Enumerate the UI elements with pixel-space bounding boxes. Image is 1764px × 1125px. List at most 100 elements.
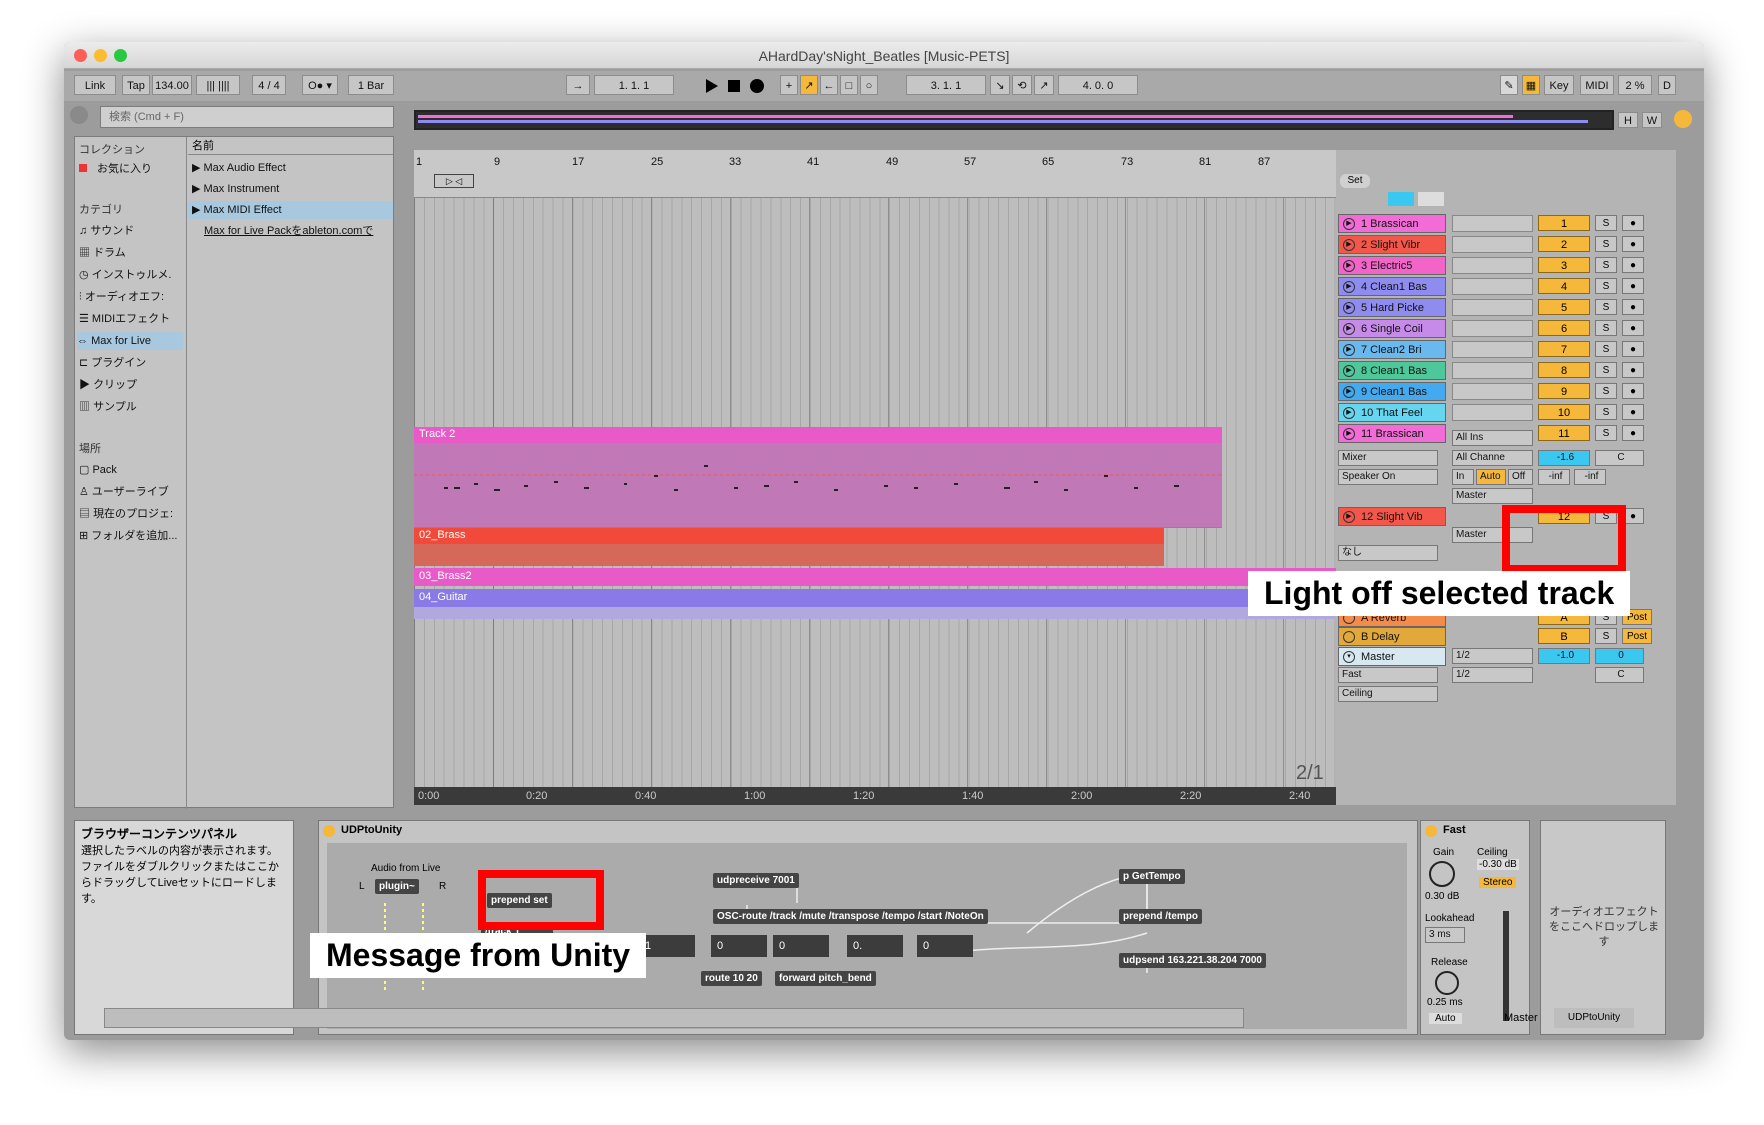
record-icon[interactable] <box>750 79 764 93</box>
stop-icon[interactable] <box>728 80 740 92</box>
track-play-icon[interactable]: ▶ <box>1343 239 1355 251</box>
master-split-2[interactable]: 1/2 <box>1452 667 1533 683</box>
master-ceiling-select[interactable]: Ceiling <box>1338 686 1438 702</box>
device-activator-icon[interactable] <box>323 825 335 837</box>
track-io-slot[interactable] <box>1452 236 1533 253</box>
midi-map-button[interactable]: MIDI <box>1580 75 1614 95</box>
sidebar-item-favorites[interactable]: お気に入り <box>79 160 152 178</box>
stereo-button[interactable]: Stereo <box>1479 877 1517 888</box>
sidebar-item-add-folder[interactable]: ⊞ フォルダを追加... <box>79 527 177 545</box>
draw-envelope-button[interactable] <box>1388 192 1414 206</box>
record-arm-button[interactable]: ● <box>1622 320 1644 336</box>
h-button[interactable]: H <box>1618 112 1638 128</box>
loop-button[interactable]: ⟲ <box>1012 75 1032 95</box>
solo-button[interactable]: S <box>1595 383 1617 399</box>
number-box-3[interactable]: 0 <box>773 935 829 957</box>
number-box-1[interactable]: 1 <box>639 935 695 957</box>
monitor-in-button[interactable]: In <box>1452 469 1474 485</box>
clip-track-2[interactable]: Track 2 <box>414 427 1222 527</box>
browser-toggle-icon[interactable] <box>1674 110 1692 128</box>
track-play-icon[interactable]: ▶ <box>1343 323 1355 335</box>
track-io-slot[interactable] <box>1452 404 1533 421</box>
udpreceive-object[interactable]: udpreceive 7001 <box>713 873 799 888</box>
volume-field[interactable]: -1.6 <box>1538 450 1590 466</box>
solo-button[interactable]: S <box>1595 215 1617 231</box>
track-io-slot[interactable] <box>1452 257 1533 274</box>
record-arm-button[interactable]: ● <box>1622 404 1644 420</box>
bar-ruler[interactable]: 1 9 17 25 33 41 49 57 65 73 81 87 <box>414 150 1336 198</box>
record-arm-button[interactable]: ● <box>1622 383 1644 399</box>
solo-button[interactable]: S <box>1595 404 1617 420</box>
master-split-1[interactable]: 1/2 <box>1452 648 1533 664</box>
master-value[interactable]: 0 <box>1595 648 1644 664</box>
solo-button[interactable]: S <box>1595 299 1617 315</box>
track-header[interactable]: ▶ 9 Clean1 Bas <box>1338 382 1446 401</box>
solo-button[interactable]: S <box>1595 257 1617 273</box>
time-signature[interactable]: 4 / 4 <box>252 75 286 95</box>
release-knob[interactable] <box>1435 971 1459 995</box>
metronome-button[interactable]: O● ▾ <box>302 75 338 95</box>
list-item[interactable]: ▶ Max Instrument <box>192 180 279 198</box>
track-header[interactable]: ▶ 4 Clean1 Bas <box>1338 277 1446 296</box>
solo-button[interactable]: S <box>1595 320 1617 336</box>
track-play-icon[interactable]: ▶ <box>1343 511 1355 523</box>
output-select[interactable]: Master <box>1452 488 1533 504</box>
pan-field[interactable]: C <box>1595 450 1644 466</box>
track-activator[interactable]: 5 <box>1538 299 1590 315</box>
udpsend-object[interactable]: udpsend 163.221.38.204 7000 <box>1119 953 1266 968</box>
record-arm-button[interactable]: ● <box>1622 278 1644 294</box>
track-header[interactable]: ▶ 5 Hard Picke <box>1338 298 1446 317</box>
master-volume[interactable]: -1.0 <box>1538 648 1590 664</box>
link-button[interactable]: Link <box>74 75 116 95</box>
play-icon[interactable] <box>706 79 718 93</box>
clip-04-guitar[interactable]: 04_Guitar <box>414 589 1336 607</box>
status-device[interactable]: UDPtoUnity <box>1554 1008 1634 1028</box>
track-io-slot[interactable] <box>1452 341 1533 358</box>
name-column-header[interactable]: 名前 <box>188 137 393 155</box>
track-activator[interactable]: 10 <box>1538 404 1590 420</box>
track-activator[interactable]: 8 <box>1538 362 1590 378</box>
track-header[interactable]: ▶ 12 Slight Vib <box>1338 507 1446 526</box>
track-activator[interactable]: 9 <box>1538 383 1590 399</box>
send-b-field[interactable]: -inf <box>1574 469 1606 485</box>
list-item-link[interactable]: Max for Live Packをableton.comで <box>204 222 390 240</box>
input-type-select[interactable]: All Ins <box>1452 430 1533 446</box>
overdub-button[interactable]: + <box>780 75 798 95</box>
sidebar-item-plugins[interactable]: ⊏ プラグイン <box>79 354 146 372</box>
track-header[interactable]: ▶ 1 Brassican <box>1338 214 1446 233</box>
number-box-5[interactable]: 0 <box>917 935 973 957</box>
key-map-button[interactable]: Key <box>1544 75 1574 95</box>
monitor-auto-button[interactable]: Auto <box>1476 469 1506 485</box>
number-box-2[interactable]: 0 <box>711 935 767 957</box>
punch-in-button[interactable]: ↘ <box>990 75 1010 95</box>
track-activator[interactable]: 7 <box>1538 341 1590 357</box>
auto-button[interactable]: Auto <box>1429 1013 1462 1024</box>
track-header[interactable]: ▶ 2 Slight Vibr <box>1338 235 1446 254</box>
osc-route-object[interactable]: OSC-route /track /mute /transpose /tempo… <box>713 909 988 924</box>
limiter-activator-icon[interactable] <box>1425 825 1437 837</box>
lookahead-select[interactable]: 3 ms <box>1425 927 1465 943</box>
track-io-slot[interactable] <box>1452 215 1533 232</box>
time-ruler[interactable]: 0:00 0:20 0:40 1:00 1:20 1:40 2:00 2:20 … <box>414 787 1336 805</box>
arrangement-overview[interactable] <box>414 110 1614 130</box>
tap-button[interactable]: Tap <box>122 75 150 95</box>
sidebar-item-drums[interactable]: ▦ ドラム <box>79 244 126 262</box>
status-master[interactable]: Master <box>1504 1008 1538 1028</box>
record-arm-button[interactable]: ● <box>1622 215 1644 231</box>
track-header[interactable]: ▶ 8 Clean1 Bas <box>1338 361 1446 380</box>
loop-start-field[interactable]: 3. 1. 1 <box>906 75 986 95</box>
gain-knob[interactable] <box>1429 861 1455 887</box>
tempo-field[interactable]: 134.00 <box>152 75 192 95</box>
return-b-solo[interactable]: S <box>1595 628 1617 644</box>
computer-keyboard-button[interactable]: ▦ <box>1522 75 1540 95</box>
record-arm-button[interactable]: ● <box>1622 236 1644 252</box>
sidebar-item-instruments[interactable]: ◷ インストゥルメ. <box>79 266 172 284</box>
track-io-slot[interactable] <box>1452 383 1533 400</box>
solo-button[interactable]: S <box>1595 278 1617 294</box>
send-a-field[interactable]: -inf <box>1538 469 1570 485</box>
track-header[interactable]: ▶ 6 Single Coil <box>1338 319 1446 338</box>
punch-out-button[interactable]: ↗ <box>1034 75 1054 95</box>
route-object[interactable]: route 10 20 <box>701 971 762 986</box>
track-header[interactable]: ▶ 11 Brassican <box>1338 424 1446 443</box>
loop-length-field[interactable]: 4. 0. 0 <box>1058 75 1138 95</box>
